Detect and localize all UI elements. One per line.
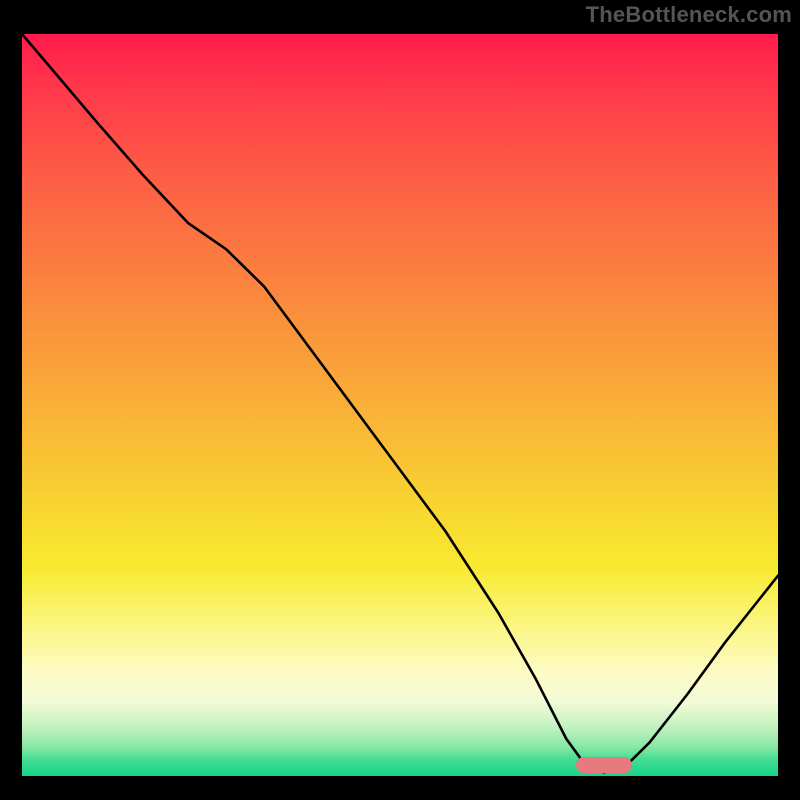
bottleneck-curve <box>22 34 778 776</box>
plot-area <box>22 34 778 776</box>
bottleneck-curve-path <box>22 34 778 772</box>
chart-container: TheBottleneck.com <box>0 0 800 800</box>
recommendation-marker <box>576 757 632 773</box>
watermark-text: TheBottleneck.com <box>586 2 792 28</box>
